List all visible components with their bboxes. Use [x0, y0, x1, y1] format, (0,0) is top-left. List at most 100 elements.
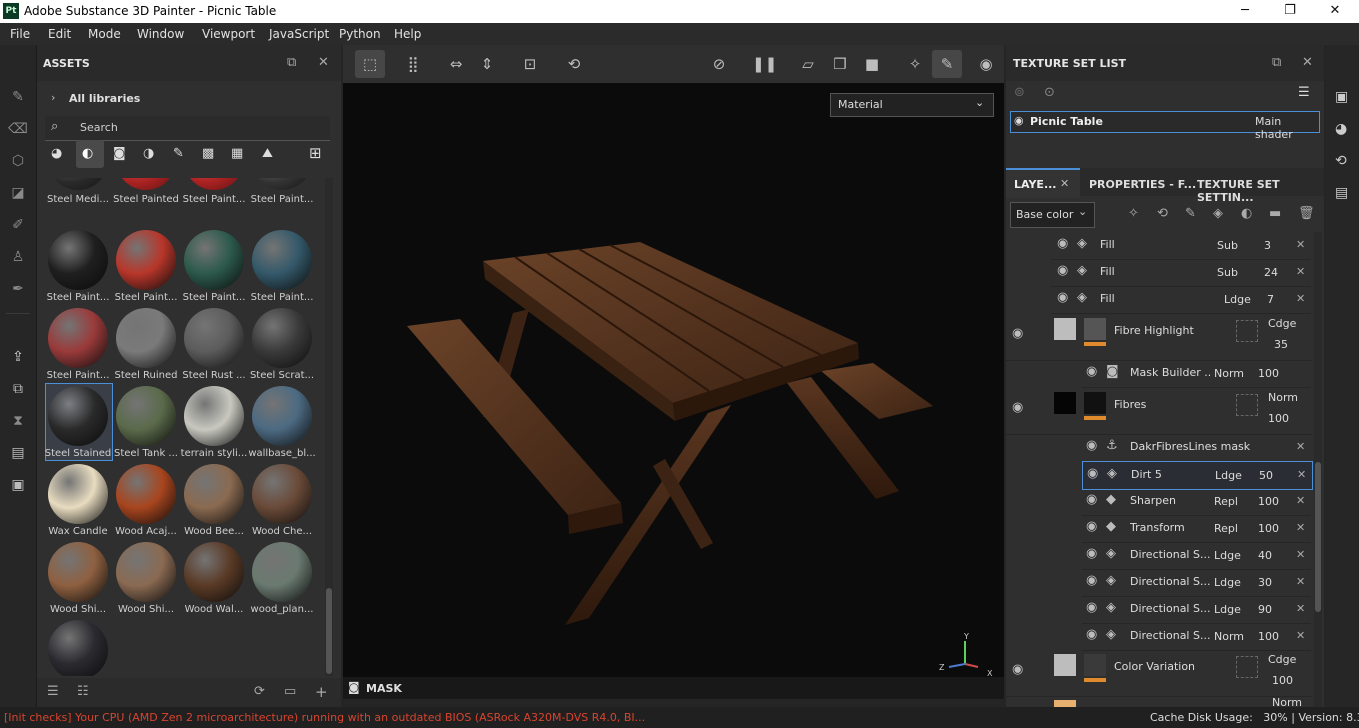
- minimize-button[interactable]: ─: [1222, 0, 1268, 23]
- environment-filter-icon[interactable]: ⛰: [262, 146, 273, 161]
- eye-icon[interactable]: ◉: [1087, 466, 1098, 481]
- assets-scrollbar-track[interactable]: [325, 178, 333, 676]
- asset-thumbnail[interactable]: [48, 386, 108, 446]
- asset-thumbnail[interactable]: [48, 230, 108, 290]
- mask-slot[interactable]: [1236, 656, 1258, 678]
- learn-icon[interactable]: ▣: [8, 475, 28, 495]
- search-box[interactable]: ⌕ Search: [45, 116, 330, 141]
- mask-icon[interactable]: ◙: [348, 680, 360, 694]
- layer-row[interactable]: ◉ ◈ Directional S... Ldge 90 ✕: [1082, 596, 1311, 624]
- remove-icon[interactable]: ✕: [1297, 468, 1306, 481]
- tab-texture-set-settings[interactable]: TEXTURE SET SETTIN...: [1197, 178, 1324, 204]
- blend-mode[interactable]: Cdge: [1268, 317, 1296, 330]
- smudge-icon[interactable]: ✐: [8, 215, 28, 235]
- undock-icon[interactable]: ⧉: [287, 55, 296, 70]
- asset-thumbnail[interactable]: [48, 178, 108, 190]
- opacity-value[interactable]: 100: [1268, 412, 1289, 425]
- paint-brush-icon[interactable]: ✎: [8, 87, 28, 107]
- grid-icon[interactable]: ⣿: [402, 53, 424, 75]
- blend-mode[interactable]: Sub: [1217, 239, 1238, 252]
- asset-thumbnail[interactable]: [116, 308, 176, 368]
- clone-stamp-icon[interactable]: ♙: [8, 247, 28, 267]
- polygon-fill-icon[interactable]: ◪: [8, 183, 28, 203]
- remove-icon[interactable]: ✕: [1296, 629, 1305, 642]
- layer-row[interactable]: ◉ ⚓ DakrFibresLines mask ✕: [1082, 434, 1311, 462]
- mask-slot[interactable]: [1236, 394, 1258, 416]
- asset-thumbnail[interactable]: [184, 308, 244, 368]
- asset-thumbnail[interactable]: [184, 542, 244, 602]
- asset-thumbnail[interactable]: [252, 542, 312, 602]
- blend-mode[interactable]: Sub: [1217, 266, 1238, 279]
- menu-javascript[interactable]: JavaScript: [269, 27, 329, 41]
- remove-icon[interactable]: ✕: [1296, 292, 1305, 305]
- blend-mode[interactable]: Norm: [1268, 391, 1298, 404]
- fit-icon[interactable]: ⊡: [519, 53, 541, 75]
- layer-row[interactable]: ◉ ◈ Directional S... Ldge 40 ✕: [1082, 542, 1311, 570]
- layer-row[interactable]: ◉ ◈ Directional S... Ldge 30 ✕: [1082, 569, 1311, 597]
- eye-icon[interactable]: ◉: [1086, 546, 1097, 561]
- status-message[interactable]: [Init checks] Your CPU (AMD Zen 2 microa…: [4, 711, 645, 724]
- remove-icon[interactable]: ✕: [1296, 602, 1305, 615]
- layer-scrollbar-track[interactable]: [1314, 232, 1322, 707]
- tab-properties[interactable]: PROPERTIES - F...: [1089, 178, 1196, 191]
- eye-icon[interactable]: ◉: [1014, 114, 1024, 127]
- camera-icon[interactable]: ■: [861, 53, 883, 75]
- texture-set-item[interactable]: ◉ Picnic Table Main shader: [1010, 111, 1320, 141]
- opacity-value[interactable]: 7: [1267, 293, 1274, 306]
- texture-set-shader[interactable]: Main shader: [1255, 115, 1319, 141]
- eye-icon[interactable]: ◉: [1086, 600, 1097, 615]
- layer-row-partial[interactable]: Norm: [1006, 696, 1312, 707]
- asset-thumbnail[interactable]: [48, 464, 108, 524]
- effects-icon[interactable]: ✧: [904, 53, 926, 75]
- bake-icon[interactable]: ⧉: [8, 379, 28, 399]
- opacity-value[interactable]: 100: [1272, 674, 1293, 687]
- channel-select[interactable]: Base color ⌄: [1010, 202, 1095, 228]
- view-3d-icon[interactable]: ❒: [829, 53, 851, 75]
- search-input[interactable]: Search: [80, 121, 118, 134]
- timer-icon[interactable]: ⧗: [8, 411, 28, 431]
- layer-scrollbar-thumb[interactable]: [1315, 462, 1321, 612]
- opacity-value[interactable]: 40: [1258, 549, 1272, 562]
- eye-icon[interactable]: ◉: [1086, 492, 1097, 507]
- remove-icon[interactable]: ✕: [1296, 440, 1305, 453]
- blend-mode[interactable]: Repl: [1214, 495, 1238, 508]
- opacity-value[interactable]: 50: [1259, 469, 1273, 482]
- blend-mode[interactable]: Ldge: [1224, 293, 1251, 306]
- eye-icon[interactable]: ◉: [1086, 627, 1097, 642]
- asset-thumbnail[interactable]: [252, 464, 312, 524]
- blend-mode[interactable]: Cdge: [1268, 653, 1296, 666]
- all-libraries-label[interactable]: All libraries: [69, 92, 140, 105]
- opacity-value[interactable]: 100: [1258, 367, 1279, 380]
- brush-filter-icon[interactable]: ✎: [173, 146, 184, 161]
- eye-icon[interactable]: ◉: [1086, 364, 1097, 379]
- add-paint-layer-icon[interactable]: ✎: [1185, 206, 1196, 221]
- eye-icon[interactable]: ◉: [1086, 438, 1097, 453]
- menu-file[interactable]: File: [10, 27, 30, 41]
- opacity-value[interactable]: 24: [1264, 266, 1278, 279]
- layer-row[interactable]: ◉ ◆ Sharpen Repl 100 ✕: [1082, 488, 1311, 516]
- asset-thumbnail[interactable]: [184, 386, 244, 446]
- screenshot-icon[interactable]: ◉: [975, 53, 997, 75]
- add-fill-layer-icon[interactable]: ◈: [1213, 206, 1223, 221]
- menu-window[interactable]: Window: [137, 27, 184, 41]
- remove-icon[interactable]: ✕: [1296, 265, 1305, 278]
- log-icon[interactable]: ▤: [1335, 185, 1348, 201]
- history-icon[interactable]: ⟲: [1335, 153, 1347, 169]
- mask-filter-icon[interactable]: ◙: [113, 146, 126, 161]
- asset-thumbnail[interactable]: [48, 308, 108, 368]
- layer-row-mask-builder[interactable]: ◉ ◙ Mask Builder ... Norm 100: [1082, 360, 1311, 388]
- projection-icon[interactable]: ⬡: [8, 151, 28, 171]
- mask-label[interactable]: MASK: [366, 682, 402, 695]
- opacity-value[interactable]: 90: [1258, 603, 1272, 616]
- asset-thumbnail[interactable]: [252, 386, 312, 446]
- asset-thumbnail[interactable]: [184, 464, 244, 524]
- layer-row[interactable]: ◉ ◈ Fill Sub 24 ✕: [1051, 259, 1311, 287]
- export-icon[interactable]: ⇪: [8, 347, 28, 367]
- layer-row-fibre-highlight[interactable]: ◉ Fibre Highlight Cdge 35: [1006, 314, 1312, 361]
- grid-filter-icon[interactable]: ▦: [231, 146, 243, 161]
- eraser-icon[interactable]: ⌫: [8, 119, 28, 139]
- eye-icon[interactable]: ◉: [1012, 662, 1023, 677]
- grid-view-icon[interactable]: ⊞: [309, 144, 322, 162]
- paint-mode-icon[interactable]: ✎: [936, 53, 958, 75]
- menu-python[interactable]: Python: [339, 27, 381, 41]
